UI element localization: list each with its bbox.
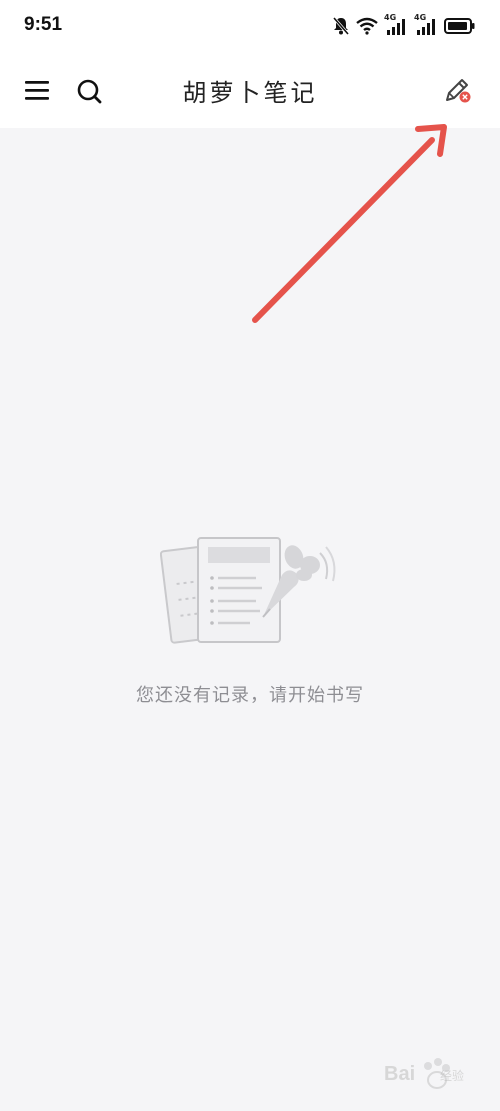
battery-icon xyxy=(444,18,475,34)
app-title: 胡萝卜笔记 xyxy=(182,79,318,107)
wifi-icon xyxy=(356,17,378,35)
bell-muted-icon xyxy=(332,17,350,35)
pencil-edit-icon xyxy=(446,79,471,103)
new-note-button[interactable] xyxy=(440,72,476,108)
app-bar: 胡萝卜笔记 xyxy=(0,55,500,128)
empty-state-message: 您还没有记录，请开始书写 xyxy=(136,685,364,706)
watermark-subtext: 经验 xyxy=(440,1069,465,1083)
signal-4g-icon: 4G xyxy=(414,13,438,37)
status-bar: 9:51 4G 4G xyxy=(0,0,500,55)
signal-4g-icon: 4G xyxy=(384,13,408,37)
watermark-text: Bai xyxy=(384,1063,416,1085)
status-icons: 4G 4G xyxy=(332,13,476,38)
status-time: 9:51 xyxy=(24,14,63,35)
notes-carrot-illustration xyxy=(160,537,336,644)
